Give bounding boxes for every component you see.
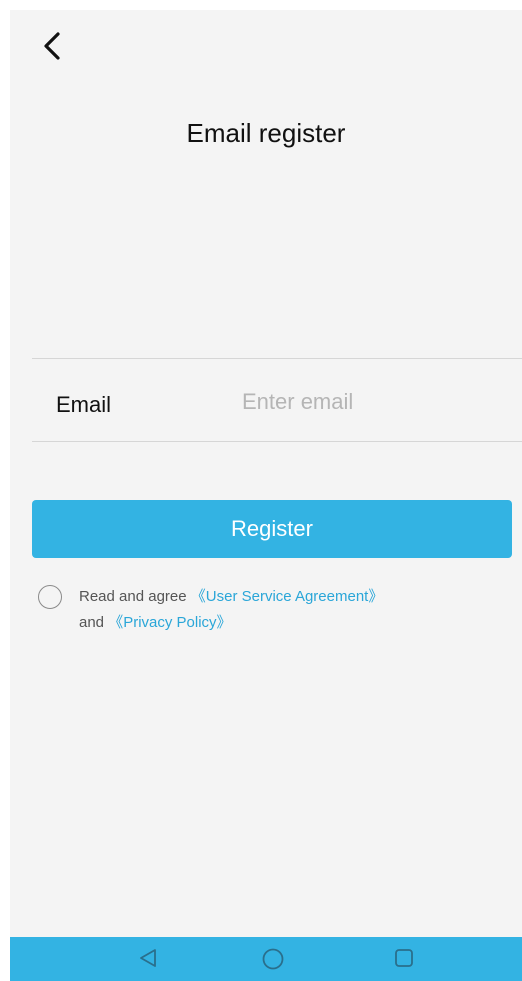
user-service-agreement-link[interactable]: 《User Service Agreement》 [191, 588, 384, 605]
nav-home-button[interactable] [253, 947, 293, 981]
agreement-prefix: Read and agree [79, 588, 191, 605]
square-recents-icon [384, 947, 424, 969]
privacy-policy-link[interactable]: 《Privacy Policy》 [108, 614, 231, 631]
register-button[interactable]: Register [32, 500, 512, 558]
email-input[interactable] [242, 385, 512, 419]
page-title: Email register [186, 118, 346, 148]
nav-back-button[interactable] [128, 947, 168, 981]
agreement-text: Read and agree 《User Service Agreement》 … [79, 584, 383, 636]
agreement-middle: and [79, 614, 109, 631]
chevron-left-icon [38, 28, 68, 64]
back-button[interactable] [38, 28, 68, 64]
email-label: Email [56, 392, 112, 417]
agree-checkbox[interactable] [38, 585, 62, 609]
email-row: Email [32, 358, 522, 442]
app-screen: Email register Email Register Read and a… [10, 10, 522, 981]
system-nav-bar [10, 937, 522, 981]
triangle-back-icon [128, 947, 168, 969]
nav-recents-button[interactable] [384, 947, 424, 981]
circle-home-icon [253, 947, 293, 971]
